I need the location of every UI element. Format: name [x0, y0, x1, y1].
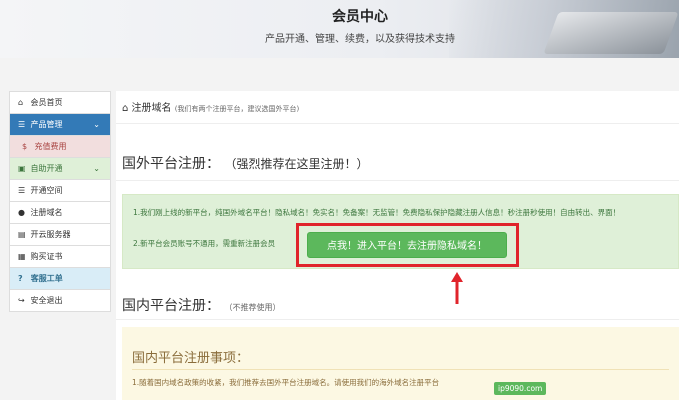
chevron-down-icon: ⌄: [93, 164, 100, 173]
sidebar-item-label: 充值费用: [34, 142, 67, 151]
breadcrumb: ⌂ 注册域名 (我们有两个注册平台，建议选国外平台): [122, 99, 299, 114]
chevron-down-icon: ⌄: [93, 120, 100, 129]
foreign-title: 国外平台注册：: [122, 156, 220, 172]
page-subtitle: 产品开通、管理、续费，以及获得技术支持: [265, 34, 455, 45]
sidebar-item-hosting[interactable]: ☰ 开通空间: [10, 180, 110, 202]
sidebar-item-logout[interactable]: ↪ 安全退出: [10, 290, 110, 312]
cart-icon: ▣: [18, 164, 26, 173]
cta-highlight-frame: 点我！进入平台！去注册隐私域名！: [296, 223, 519, 267]
sidebar-item-cloud-server[interactable]: ▤ 开云服务器: [10, 224, 110, 246]
domestic-title: 国内平台注册：: [122, 298, 220, 314]
sidebar-item-product-management[interactable]: ☰ 产品管理 ⌄: [10, 114, 110, 136]
divider: [116, 319, 679, 320]
list-icon: ☰: [18, 186, 26, 195]
header-banner: 会员中心 产品开通、管理、续费，以及获得技术支持: [0, 0, 679, 58]
sidebar-item-label: 注册域名: [30, 208, 63, 217]
list-icon: ☰: [18, 120, 26, 129]
divider: [116, 123, 679, 124]
foreign-note: （强烈推荐在这里注册！）: [224, 157, 369, 171]
page-title: 会员中心: [332, 9, 388, 25]
certificate-icon: ▦: [18, 252, 26, 261]
sidebar-item-support-ticket[interactable]: ? 客服工单: [10, 268, 110, 290]
sidebar-item-label: 会员首页: [30, 98, 63, 107]
home-icon: ⌂: [122, 103, 129, 114]
breadcrumb-title: 注册域名: [131, 103, 172, 114]
domestic-note: （不推荐使用）: [224, 303, 281, 312]
sidebar-item-label: 自助开通: [30, 164, 63, 173]
divider: [132, 369, 669, 370]
divider: [116, 180, 679, 181]
sidebar-item-label: 开云服务器: [30, 230, 71, 239]
arrow-up-icon: [451, 272, 463, 304]
sidebar-item-label: 客服工单: [30, 274, 63, 283]
home-icon: ⌂: [18, 98, 24, 107]
sidebar-item-certificate[interactable]: ▦ 购买证书: [10, 246, 110, 268]
notice-title: 国内平台注册事项：: [132, 351, 250, 366]
sidebar-item-label: 开通空间: [30, 186, 63, 195]
globe-icon: ●: [18, 208, 25, 217]
logout-icon: ↪: [18, 296, 25, 305]
sidebar-item-recharge[interactable]: $ 充值费用: [10, 136, 110, 158]
sidebar-item-label: 购买证书: [30, 252, 63, 261]
sidebar-item-home[interactable]: ⌂ 会员首页: [10, 92, 110, 114]
sidebar-item-label: 安全退出: [30, 296, 63, 305]
server-icon: ▤: [18, 230, 26, 239]
main-content: ⌂ 注册域名 (我们有两个注册平台，建议选国外平台) 国外平台注册： （强烈推荐…: [116, 91, 679, 400]
question-icon: ?: [18, 274, 23, 283]
watermark: ip9090.com: [494, 382, 547, 395]
foreign-info-line-2: 2.新平台会员账号不通用，需重新注册会员: [133, 239, 276, 248]
breadcrumb-note: (我们有两个注册平台，建议选国外平台): [174, 105, 300, 113]
notice-line-1: 1.随着国内域名政策的收紧，我们推荐去国外平台注册域名。请使用我们的海外域名注册…: [132, 378, 440, 387]
sidebar-item-register-domain[interactable]: ● 注册域名: [10, 202, 110, 224]
dollar-icon: $: [22, 142, 28, 151]
sidebar: ⌂ 会员首页 ☰ 产品管理 ⌄ $ 充值费用 ▣ 自助开通 ⌄ ☰ 开通空间 ●…: [9, 91, 111, 312]
enter-platform-button[interactable]: 点我！进入平台！去注册隐私域名！: [307, 232, 507, 258]
sidebar-item-label: 产品管理: [30, 120, 63, 129]
foreign-platform-heading: 国外平台注册： （强烈推荐在这里注册！）: [122, 153, 368, 173]
sidebar-item-self-service[interactable]: ▣ 自助开通 ⌄: [10, 158, 110, 180]
domestic-platform-heading: 国内平台注册： （不推荐使用）: [122, 295, 280, 315]
foreign-info-line-1: 1.我们刚上线的新平台，纯国外域名平台！隐私域名！免实名！免备案！无监管！免费隐…: [133, 208, 621, 217]
domestic-notice-panel: 国内平台注册事项： 1.随着国内域名政策的收紧，我们推荐去国外平台注册域名。请使…: [122, 327, 679, 400]
